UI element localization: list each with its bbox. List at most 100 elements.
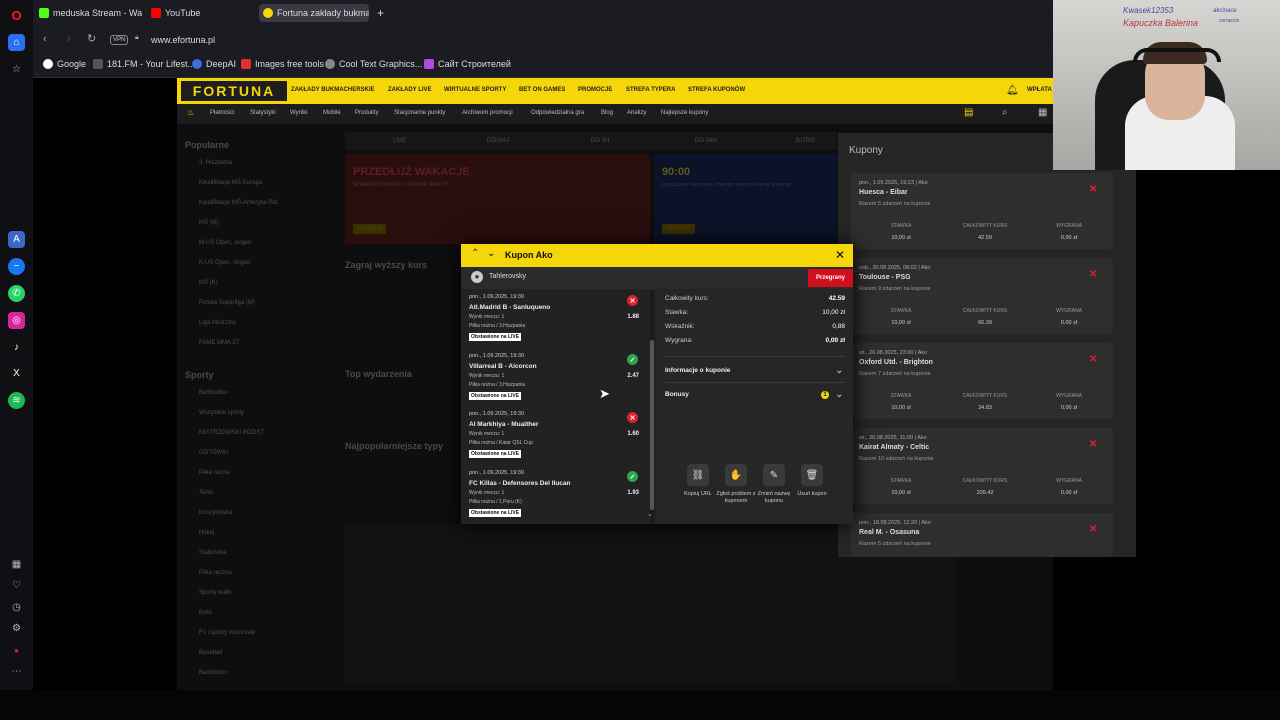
sidebar-item[interactable]: Polska Superliga (M) — [199, 300, 255, 306]
sport-item[interactable]: Boks — [199, 610, 212, 616]
subnav-item[interactable]: Statystyki — [250, 110, 276, 116]
bonus-accordion[interactable]: Bonusy 1 ⌄ — [665, 389, 845, 407]
messenger-icon[interactable]: ~ — [8, 258, 25, 275]
scrollbar-thumb[interactable] — [650, 340, 654, 510]
sport-item[interactable]: Koszykówka — [199, 510, 232, 516]
kupon-card[interactable]: wt., 26.08.2025, 23:00 | Ako Oxford Utd.… — [851, 343, 1113, 419]
chevron-down-icon[interactable]: ⌄ — [487, 248, 495, 259]
banner-wakacje[interactable]: PRZEDŁUŻ WAKACJE SPRAWDŹ KONKURS NA FAME… — [345, 154, 650, 244]
sidebar-item[interactable]: K-US Open, singiel — [199, 260, 250, 266]
banner-button[interactable]: SPRAWDŹ — [353, 224, 386, 234]
banner-button[interactable]: SPRAWDŹ — [662, 224, 695, 234]
subnav-item[interactable]: Archiwum promocji — [462, 110, 513, 116]
sidebar-item[interactable]: M-US Open, singiel — [199, 240, 251, 246]
sport-item[interactable]: Tenis — [199, 490, 213, 496]
star-icon[interactable]: ☆ — [8, 61, 25, 78]
sport-item[interactable]: F1 i sporty motorowe — [199, 630, 255, 636]
bell-icon[interactable]: 🔔︎ — [1006, 85, 1019, 96]
tab-youtube[interactable]: YouTube — [147, 4, 257, 22]
nav-wirtualne[interactable]: WIRTUALNE SPORTY — [444, 87, 506, 93]
sport-item[interactable]: Sporty walki — [199, 590, 231, 596]
fortuna-logo[interactable]: FORTUNA — [181, 81, 287, 101]
calendar-icon[interactable]: ▦ — [1038, 107, 1047, 118]
subnav-item[interactable]: Odpowiedzialna gra — [531, 110, 584, 116]
spotify-icon[interactable]: ≋ — [8, 392, 25, 409]
grid-icon[interactable]: ▦ — [8, 556, 25, 573]
instagram-icon[interactable]: ◎ — [8, 312, 25, 329]
subnav-item[interactable]: Najlepsze kupony — [661, 110, 708, 116]
nav-zaklady[interactable]: ZAKŁADY BUKMACHERSKIE — [291, 87, 375, 93]
bet-teams[interactable]: FC Killas - Defensores Del Ilucan — [469, 480, 571, 487]
wplata-button[interactable]: WPŁATA — [1027, 87, 1052, 93]
time-tab[interactable]: JUTRO — [795, 138, 815, 144]
sport-item[interactable]: Baseball — [199, 650, 222, 656]
close-icon[interactable]: ✕ — [835, 248, 845, 262]
betslip-icon[interactable]: ▤ — [964, 107, 973, 118]
subnav-item[interactable]: Stacjonarne punkty — [394, 110, 445, 116]
subnav-item[interactable]: Wyniki — [290, 110, 308, 116]
sidebar-item[interactable]: Liga Mistrzów — [199, 320, 236, 326]
subnav-item[interactable]: Blog — [601, 110, 613, 116]
bets-scrollbar[interactable] — [650, 290, 654, 522]
back-icon[interactable]: ‹ — [43, 33, 47, 45]
sport-item[interactable]: Hokej — [199, 530, 214, 536]
sidebar-item[interactable]: FAME MMA 27 — [199, 340, 239, 346]
sidebar-item[interactable]: MŚ (K) — [199, 280, 218, 286]
subnav-item[interactable]: Mobile — [323, 110, 341, 116]
search-icon[interactable]: ⌕ — [1002, 107, 1008, 118]
kupon-card[interactable]: pon., 18.08.2025, 12:20 | Ako Real M. - … — [851, 513, 1113, 557]
opera-logo-icon[interactable]: O — [8, 7, 25, 24]
info-accordion[interactable]: Informacje o kuponie ⌄ — [665, 365, 845, 383]
report-problem-button[interactable]: ✋ Zgłoś problem z kuponem — [716, 464, 756, 505]
banner-90[interactable]: 90:00 ROZLICZAMY WYGRANĄ TWOJEJ DRUŻYNY … — [654, 154, 837, 244]
bookmark-deepai[interactable]: DeepAI — [192, 59, 236, 69]
bet-teams[interactable]: Atl.Madrid B - Sanluqueno — [469, 304, 550, 311]
home-icon[interactable]: ⌂ — [8, 34, 25, 51]
subnav-item[interactable]: Płatności — [210, 110, 234, 116]
sidebar-item[interactable]: MŚ (M) — [199, 220, 219, 226]
sport-item[interactable]: Wszystkie sporty — [199, 410, 244, 416]
nav-live[interactable]: ZAKŁADY LIVE — [388, 87, 432, 93]
fire-icon[interactable]: ♨ — [187, 108, 194, 117]
tab-kick[interactable]: meduska Stream - Wa — [35, 4, 145, 22]
sidebar-item[interactable]: Kwalifikacje MŚ-Ameryka Płd. — [199, 200, 279, 206]
new-tab-button[interactable]: + — [373, 4, 389, 22]
sport-item[interactable]: Bettbuilder — [199, 390, 228, 396]
more-icon[interactable]: ⋯ — [8, 663, 25, 680]
kupon-card[interactable]: pon., 1.09.2025, 19:23 | Ako Huesca - Ei… — [851, 173, 1113, 249]
vpn-status-icon[interactable]: ● — [8, 642, 25, 659]
bet-teams[interactable]: Villarreal B - Alcorcon — [469, 363, 537, 370]
sport-item[interactable]: Badminton — [199, 670, 228, 676]
sport-item[interactable]: MISTRZOWSKI BOOST — [199, 430, 264, 436]
aria-icon[interactable]: A — [8, 231, 25, 248]
heart-icon[interactable]: ♡ — [8, 577, 25, 594]
reload-icon[interactable]: ↻ — [87, 32, 96, 45]
nav-betongames[interactable]: BET ON GAMES — [519, 87, 565, 93]
time-tab[interactable]: LIVE — [393, 138, 406, 144]
subnav-item[interactable]: Produkty — [355, 110, 379, 116]
vpn-badge[interactable]: VPN — [110, 35, 129, 45]
url-field[interactable]: www.efortuna.pl — [151, 35, 215, 45]
nav-typera[interactable]: STREFA TYPERA — [626, 87, 675, 93]
bet-teams[interactable]: Al Markhiya - Muaither — [469, 421, 538, 428]
rename-button[interactable]: ✎ Zmień nazwę kuponu — [754, 464, 794, 505]
bookmark-stroitel[interactable]: Сайт Строителей — [424, 59, 511, 69]
bookmark-google[interactable]: Google — [43, 59, 86, 69]
bookmark-181fm[interactable]: 181.FM - Your Lifest... — [93, 59, 195, 69]
delete-button[interactable]: 🗑︎ Usuń kupon — [792, 464, 832, 498]
bookmark-images[interactable]: Images free tools — [241, 59, 324, 69]
kupon-card[interactable]: sob., 30.08.2025, 08:02 | Ako Toulouse -… — [851, 258, 1113, 334]
tab-fortuna[interactable]: Fortuna zakłady bukmach — [259, 4, 369, 22]
sport-item[interactable]: Piłka ręczna — [199, 570, 232, 576]
sport-item[interactable]: Piłka nożna — [199, 470, 230, 476]
x-icon[interactable]: X — [8, 365, 25, 382]
nav-promocje[interactable]: PROMOCJE — [578, 87, 612, 93]
sport-item[interactable]: GOTÓWKI — [199, 450, 228, 456]
time-tab[interactable]: DZISIAJ — [487, 138, 509, 144]
whatsapp-icon[interactable]: ✆ — [8, 285, 25, 302]
bookmark-cooltext[interactable]: Cool Text Graphics... — [325, 59, 422, 69]
copy-url-button[interactable]: ⛓ Kopiuj URL — [678, 464, 718, 498]
forward-icon[interactable]: › — [67, 33, 71, 45]
time-tab[interactable]: DO 3H — [591, 138, 609, 144]
subnav-item[interactable]: Analizy — [627, 110, 646, 116]
